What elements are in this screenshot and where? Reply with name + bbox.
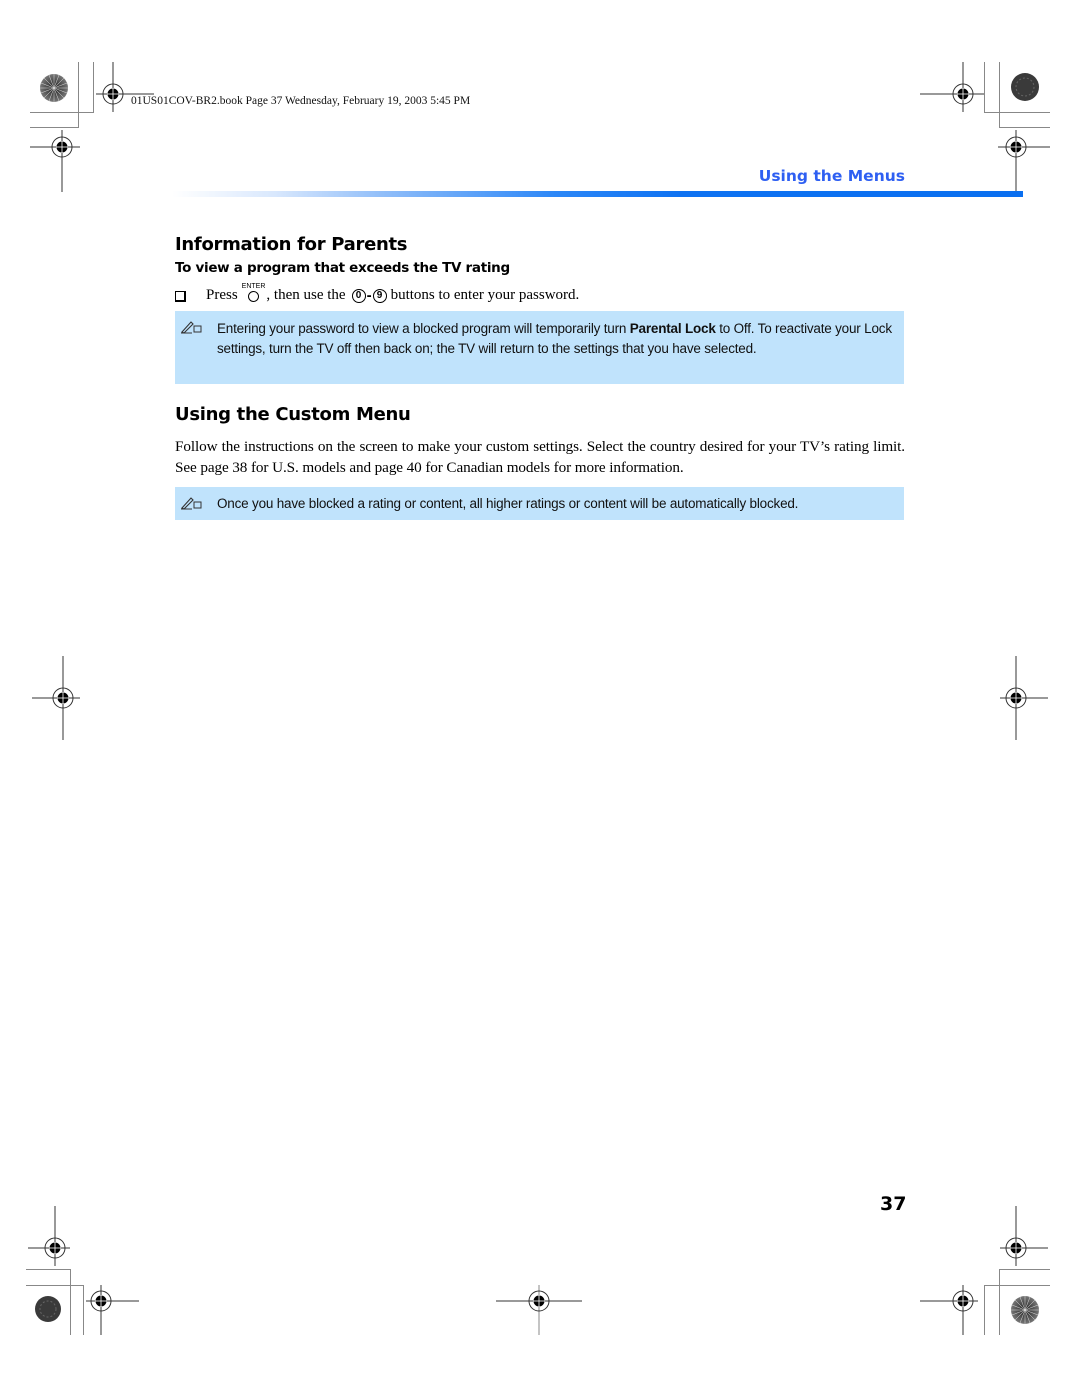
header-rule xyxy=(172,191,1023,197)
step-suffix: buttons to enter your password. xyxy=(390,287,580,303)
color-wheel-icon xyxy=(40,74,68,102)
registration-mark-icon xyxy=(86,1285,139,1335)
parental-lock-term: Parental Lock xyxy=(629,321,716,336)
registration-mark-icon xyxy=(920,62,984,112)
enter-key-label: ENTER xyxy=(241,283,266,290)
color-circle-icon xyxy=(35,1296,61,1322)
registration-mark-icon xyxy=(1000,1206,1048,1266)
note-text-part: Entering your password to view a blocked… xyxy=(217,321,630,336)
registration-mark-icon xyxy=(28,1206,70,1266)
registration-mark-icon xyxy=(920,1285,978,1335)
heading-information-for-parents: Information for Parents xyxy=(175,234,408,255)
note-text: Entering your password to view a blocked… xyxy=(217,319,898,358)
heading-using-custom-menu: Using the Custom Menu xyxy=(175,404,411,425)
page-number: 37 xyxy=(880,1193,907,1215)
registration-mark-icon xyxy=(30,130,80,192)
pencil-note-icon xyxy=(181,497,202,510)
key-range-dash: - xyxy=(366,287,372,304)
registration-mark-icon xyxy=(998,130,1050,192)
enter-circle-icon xyxy=(248,291,260,302)
registration-mark-icon xyxy=(32,656,80,740)
step-prefix: Press xyxy=(206,287,238,303)
note-box-blocked-ratings: Once you have blocked a rating or conten… xyxy=(175,487,904,520)
subheading-view-program: To view a program that exceeds the TV ra… xyxy=(175,260,510,276)
custom-menu-paragraph: Follow the instructions on the screen to… xyxy=(175,438,905,476)
step-middle: , then use the xyxy=(266,287,346,303)
registration-mark-icon xyxy=(496,1285,582,1335)
checkbox-bullet-icon xyxy=(175,291,186,302)
color-circle-icon xyxy=(1011,73,1039,101)
note-text: Once you have blocked a rating or conten… xyxy=(217,496,799,511)
note-box-parental-lock: Entering your password to view a blocked… xyxy=(175,311,904,384)
running-section-header: Using the Menus xyxy=(758,167,905,185)
print-slug-line: 01US01COV-BR2.book Page 37 Wednesday, Fe… xyxy=(131,95,471,107)
enter-button-icon: ENTER xyxy=(241,283,266,302)
number-key-0-icon: 0 xyxy=(351,288,366,303)
pencil-note-icon xyxy=(181,321,202,334)
color-wheel-icon xyxy=(1011,1296,1039,1324)
registration-mark-icon xyxy=(1000,656,1048,740)
number-key-9-icon: 9 xyxy=(372,288,387,303)
step-press-enter: Press ENTER , then use the 0 - 9 buttons… xyxy=(175,283,580,305)
